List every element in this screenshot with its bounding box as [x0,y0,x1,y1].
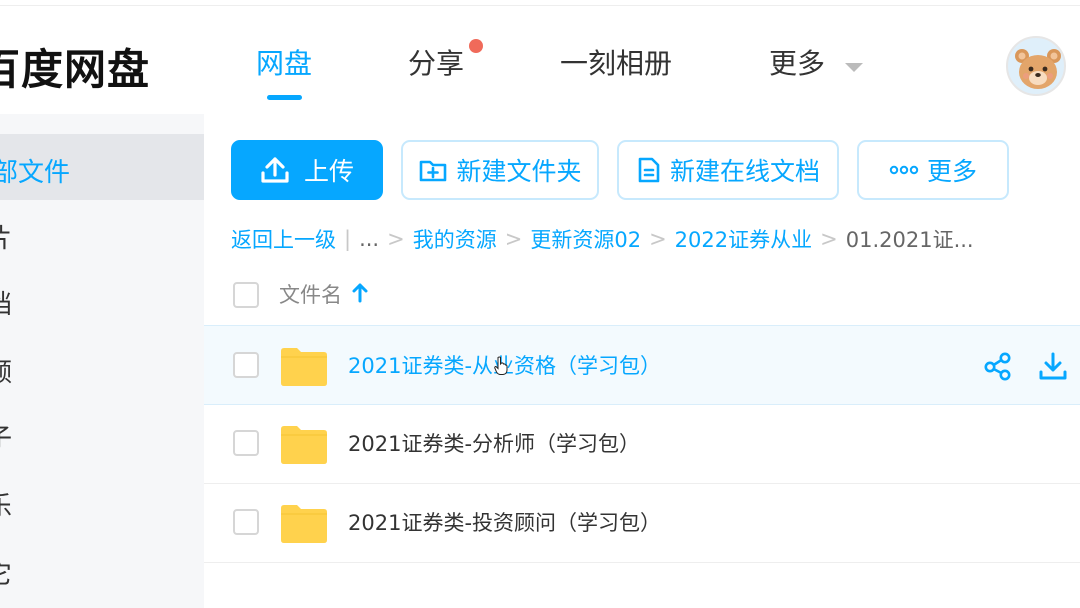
more-button[interactable]: 更多 [857,140,1009,200]
sidebar-item-videos[interactable]: 频 [0,352,12,389]
breadcrumb-divider: | [344,227,352,251]
sidebar-item-other[interactable]: 它 [0,554,12,591]
bear-avatar-icon [1015,49,1061,89]
breadcrumb-item[interactable]: 更新资源02 [530,224,641,254]
sidebar-item-music[interactable]: 乐 [0,486,12,523]
new-online-doc-label: 新建在线文档 [669,157,820,186]
row-checkbox[interactable] [233,430,259,456]
new-folder-icon [418,156,448,184]
select-all-checkbox[interactable] [233,282,259,308]
more-label: 更多 [926,157,977,186]
top-header: 百度网盘 网盘 分享 一刻相册 更多 [0,6,1080,114]
breadcrumb-back-link[interactable]: 返回上一级 [231,224,336,254]
sidebar-item-seeds[interactable]: 子 [0,418,12,455]
nav-share[interactable]: 分享 [408,42,464,82]
row-checkbox[interactable] [233,509,259,535]
new-folder-button[interactable]: 新建文件夹 [401,140,599,200]
nav-album[interactable]: 一刻相册 [560,42,672,82]
folder-icon [280,504,328,548]
table-row[interactable]: 2021证券类-分析师（学习包） [204,404,1080,484]
sidebar-item-images[interactable]: 片 [0,218,12,255]
breadcrumb-item[interactable]: 2022证券从业 [675,224,812,254]
upload-label: 上传 [303,157,354,186]
breadcrumb: 返回上一级 | ... > 我的资源 > 更新资源02 > 2022证券从业 >… [231,224,974,254]
sidebar-item-docs[interactable]: 档 [0,284,12,321]
upload-button[interactable]: 上传 [231,140,383,200]
table-row[interactable]: 2021证券类-投资顾问（学习包） [204,483,1080,563]
file-name-link[interactable]: 2021证券类-投资顾问（学习包） [348,507,661,537]
chevron-down-icon[interactable] [845,63,863,72]
nav-netdisk[interactable]: 网盘 [256,42,312,82]
folder-icon [280,347,328,391]
notification-dot [469,39,483,53]
app-logo[interactable]: 百度网盘 [0,36,150,97]
row-checkbox[interactable] [233,352,259,378]
folder-icon [280,425,328,469]
breadcrumb-separator: > [387,227,405,251]
hand-cursor-icon [494,356,508,380]
nav-active-indicator [267,95,302,100]
breadcrumb-separator: > [649,227,667,251]
nav-more[interactable]: 更多 [769,42,825,82]
breadcrumb-ellipsis[interactable]: ... [359,227,379,251]
new-online-doc-button[interactable]: 新建在线文档 [617,140,839,200]
document-icon [636,156,662,184]
new-folder-label: 新建文件夹 [456,157,582,186]
column-header-filename[interactable]: 文件名 [279,279,342,309]
sidebar: 部文件 片 档 频 子 乐 它 [0,114,204,608]
download-icon[interactable] [1038,351,1068,385]
more-dots-icon [889,165,919,175]
file-name-link[interactable]: 2021证券类-分析师（学习包） [348,428,640,458]
breadcrumb-separator: > [504,227,523,251]
sort-up-icon[interactable] [351,282,369,308]
breadcrumb-item[interactable]: 我的资源 [413,224,497,254]
sidebar-item-label[interactable]: 部文件 [0,152,70,189]
breadcrumb-current: 01.2021证... [845,228,974,252]
table-row[interactable]: 2021证券类-从业资格（学习包） [204,325,1080,405]
avatar[interactable] [1006,36,1066,96]
share-icon[interactable] [983,351,1013,385]
upload-icon [260,156,290,184]
breadcrumb-separator: > [820,227,838,251]
